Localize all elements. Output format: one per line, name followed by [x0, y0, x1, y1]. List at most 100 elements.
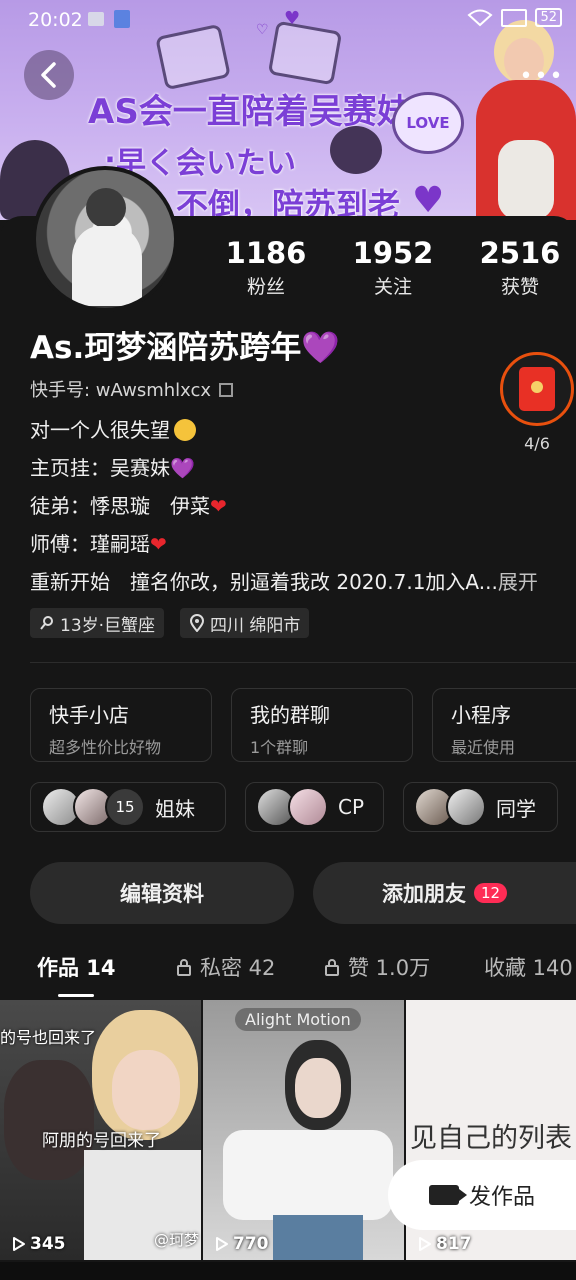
person-photo: [223, 1130, 393, 1220]
service-title: 我的群聊: [250, 703, 330, 727]
add-friend-button[interactable]: 添加朋友 12: [313, 862, 576, 924]
sad-face-icon: [174, 419, 196, 441]
more-dots-icon: •••: [519, 63, 565, 89]
group-label: 同学: [496, 796, 536, 821]
lock-icon: [325, 959, 339, 976]
user-id[interactable]: 快手号: wAwsmhlxcx: [30, 376, 234, 402]
red-packet-button[interactable]: [500, 352, 574, 426]
purple-heart-icon: 💜: [301, 330, 340, 366]
signal-icon: [501, 8, 528, 27]
more-options-button[interactable]: •••: [519, 58, 565, 94]
tab-label: 收藏 140: [484, 956, 573, 980]
stat-likes[interactable]: 2516 获赞: [465, 236, 575, 299]
red-heart-icon: ❤: [210, 494, 227, 518]
play-icon: [216, 1237, 228, 1251]
group-cp[interactable]: CP: [245, 782, 384, 832]
video-thumbnail[interactable]: Alight Motion 770: [203, 1000, 404, 1260]
service-group-chat[interactable]: 我的群聊 1个群聊: [231, 688, 413, 762]
purple-heart-icon: 💜: [170, 456, 195, 480]
lock-icon: [177, 959, 191, 976]
view-count-text: 345: [30, 1234, 66, 1254]
group-sisters[interactable]: 15 姐妹: [30, 782, 226, 832]
group-label: CP: [338, 795, 365, 819]
banner-text-3: 不倒，陪苏到老: [176, 186, 401, 220]
expand-link[interactable]: 展开: [498, 570, 538, 594]
edit-profile-button[interactable]: 编辑资料: [30, 862, 294, 924]
gallery-icon: [88, 12, 104, 26]
red-heart-icon: ❤: [150, 532, 167, 556]
back-button[interactable]: [24, 50, 74, 100]
bio-line: 主页挂：吴赛妹💜: [30, 452, 195, 481]
video-caption: 见自己的列表: [410, 1123, 572, 1154]
banner-text-1: AS会一直陪着吴赛妹: [88, 92, 411, 132]
edit-profile-label: 编辑资料: [120, 882, 204, 906]
tab-favorites[interactable]: 收藏 140: [484, 952, 573, 982]
tag-age-text: 13岁·巨蟹座: [60, 615, 156, 636]
view-count: 770: [215, 1234, 269, 1254]
play-icon: [419, 1237, 431, 1251]
video-watermark: @珂梦: [153, 1231, 199, 1249]
post-work-button[interactable]: 发作品: [388, 1160, 576, 1230]
bio-line: 师傅：瑾嗣瑶❤: [30, 528, 167, 557]
profile-name: As.珂梦涵陪苏跨年💜: [30, 322, 340, 367]
tab-liked[interactable]: 赞 1.0万: [324, 952, 430, 982]
service-subtitle: 1个群聊: [250, 738, 309, 757]
person-photo: [273, 1215, 363, 1260]
active-tab-indicator: [58, 994, 94, 997]
wifi-icon: [467, 9, 493, 26]
bio-text: 师傅：瑾嗣瑶: [30, 532, 150, 556]
tab-label: 作品 14: [37, 956, 116, 980]
bio-text: 徒弟：悸思璇 伊菜: [30, 494, 210, 518]
video-watermark: Alight Motion: [235, 1008, 361, 1031]
tab-label: 赞 1.0万: [348, 956, 431, 980]
notification-badge: 12: [473, 883, 508, 903]
tag-location-text: 四川 绵阳市: [210, 615, 301, 636]
content-tabs: 作品 14 私密 42 赞 1.0万 收藏 140: [0, 952, 576, 996]
service-title: 快手小店: [49, 703, 129, 727]
member-count: 15: [105, 787, 145, 827]
service-title: 小程序: [451, 703, 511, 727]
stat-label: 获赞: [500, 276, 539, 298]
avatar-image: [36, 170, 174, 308]
kuromi-sticker: [330, 126, 382, 174]
tab-works[interactable]: 作品 14: [37, 952, 116, 982]
location-icon: [189, 614, 205, 632]
tag-age: 13岁·巨蟹座: [30, 608, 165, 638]
battery-icon: 52: [535, 8, 562, 27]
video-thumbnail[interactable]: 的号也回来了 阿朋的号回来了 @珂梦 345: [0, 1000, 201, 1260]
bio-text: 主页挂：吴赛妹: [30, 456, 170, 480]
app-notification-icon: [114, 10, 130, 28]
red-packet-count: 4/6: [524, 434, 550, 453]
stat-label: 关注: [373, 276, 412, 298]
play-icon: [13, 1237, 25, 1251]
love-sign-text: LOVE: [406, 114, 450, 132]
view-count: 345: [12, 1234, 66, 1254]
stat-label: 粉丝: [246, 276, 285, 298]
service-subtitle: 最近使用: [451, 738, 516, 757]
bio-line: 重新开始 撞名你改，别逼着我改 2020.7.1加入A...展开: [30, 566, 538, 595]
tab-private[interactable]: 私密 42: [176, 952, 275, 982]
service-shop[interactable]: 快手小店 超多性价比好物: [30, 688, 212, 762]
member-avatar: [446, 787, 486, 827]
stat-number: 1186: [225, 236, 307, 270]
camera-icon: [428, 1185, 459, 1205]
stat-followers[interactable]: 1186 粉丝: [211, 236, 321, 299]
view-count-text: 817: [436, 1234, 472, 1254]
status-time: 20:02: [28, 9, 83, 31]
bio-line: 对一个人很失望: [30, 414, 196, 443]
bio-text: 重新开始 撞名你改，别逼着我改 2020.7.1加入A...: [30, 570, 498, 594]
group-classmates[interactable]: 同学: [403, 782, 558, 832]
stat-following[interactable]: 1952 关注: [338, 236, 448, 299]
service-mini-program[interactable]: 小程序 最近使用: [432, 688, 576, 762]
service-subtitle: 超多性价比好物: [49, 738, 162, 757]
add-friend-label: 添加朋友: [381, 882, 466, 906]
video-caption: 阿朋的号回来了: [42, 1131, 161, 1151]
user-id-text: 快手号: wAwsmhlxcx: [30, 380, 212, 401]
person-photo: [295, 1058, 341, 1118]
group-label: 姐妹: [155, 796, 195, 821]
zodiac-icon: [40, 616, 53, 630]
bio-line: 徒弟：悸思璇 伊菜❤: [30, 490, 227, 519]
purple-heart-icon: ♥: [412, 180, 445, 220]
avatar[interactable]: [32, 166, 178, 312]
back-arrow-icon: [41, 62, 56, 88]
